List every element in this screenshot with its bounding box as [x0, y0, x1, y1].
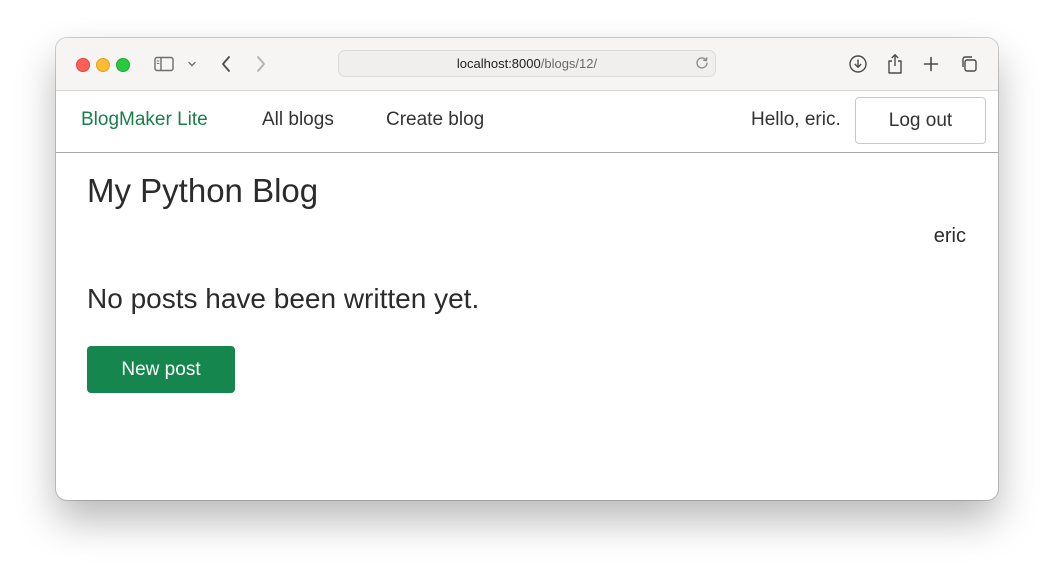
address-bar[interactable]: localhost:8000/blogs/12/ [338, 50, 716, 77]
page-title: My Python Blog [87, 172, 319, 209]
empty-posts-message: No posts have been written yet. [87, 283, 480, 314]
site-navbar: BlogMaker Lite All blogs Create blog Hel… [56, 91, 998, 153]
address-bar-url: localhost:8000/blogs/12/ [456, 56, 598, 71]
new-post-button[interactable]: New post [87, 346, 235, 393]
sidebar-toggle-icon[interactable] [152, 52, 176, 76]
back-arrow-icon[interactable] [216, 52, 236, 76]
browser-window: localhost:8000/blogs/12/ BlogMaker Lite … [56, 38, 998, 500]
share-icon[interactable] [885, 52, 905, 76]
user-greeting: Hello, eric. [751, 109, 841, 130]
brand-link[interactable]: BlogMaker Lite [81, 109, 208, 131]
nav-link-create-blog[interactable]: Create blog [386, 109, 484, 131]
zoom-window-button[interactable] [116, 58, 130, 72]
nav-link-all-blogs[interactable]: All blogs [262, 109, 334, 131]
blog-owner: eric [933, 225, 966, 247]
close-window-button[interactable] [76, 58, 90, 72]
tab-overview-icon[interactable] [959, 52, 979, 76]
chevron-down-icon[interactable] [186, 52, 198, 76]
forward-arrow-icon[interactable] [251, 52, 271, 76]
download-icon[interactable] [848, 52, 868, 76]
minimize-window-button[interactable] [96, 58, 110, 72]
browser-toolbar: localhost:8000/blogs/12/ [56, 38, 998, 91]
log-out-button[interactable]: Log out [855, 97, 986, 144]
reload-icon[interactable] [695, 56, 709, 70]
new-tab-plus-icon[interactable] [921, 52, 941, 76]
